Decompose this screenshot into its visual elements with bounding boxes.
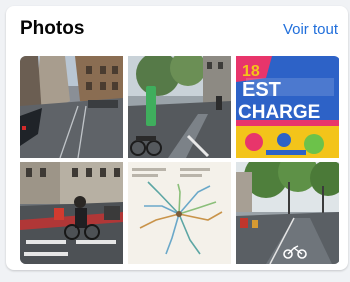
street-tram-photo (20, 56, 123, 158)
photo-thumbnail[interactable] (128, 56, 231, 158)
bike-path-photo (236, 162, 339, 264)
network-map-photo (128, 162, 231, 264)
festival-poster-photo: 18 EST CHARGE (236, 56, 339, 158)
photo-thumbnail[interactable] (20, 56, 123, 158)
bike-street-photo (128, 56, 231, 158)
photos-header: Photos Voir tout (20, 16, 338, 42)
section-title: Photos (20, 18, 85, 39)
photo-thumbnail[interactable] (236, 162, 339, 264)
poster-line-2: CHARGE (238, 102, 320, 123)
photo-thumbnail[interactable] (20, 162, 123, 264)
photos-card: Photos Voir tout 18 EST CHARGE (6, 6, 348, 270)
photo-grid: 18 EST CHARGE (20, 56, 340, 264)
photo-thumbnail[interactable]: 18 EST CHARGE (236, 56, 339, 158)
cyclist-crossing-photo (20, 162, 123, 264)
photo-thumbnail[interactable] (128, 162, 231, 264)
poster-line-1: EST (242, 79, 281, 101)
see-all-link[interactable]: Voir tout (283, 21, 338, 38)
poster-number: 18 (242, 63, 260, 80)
